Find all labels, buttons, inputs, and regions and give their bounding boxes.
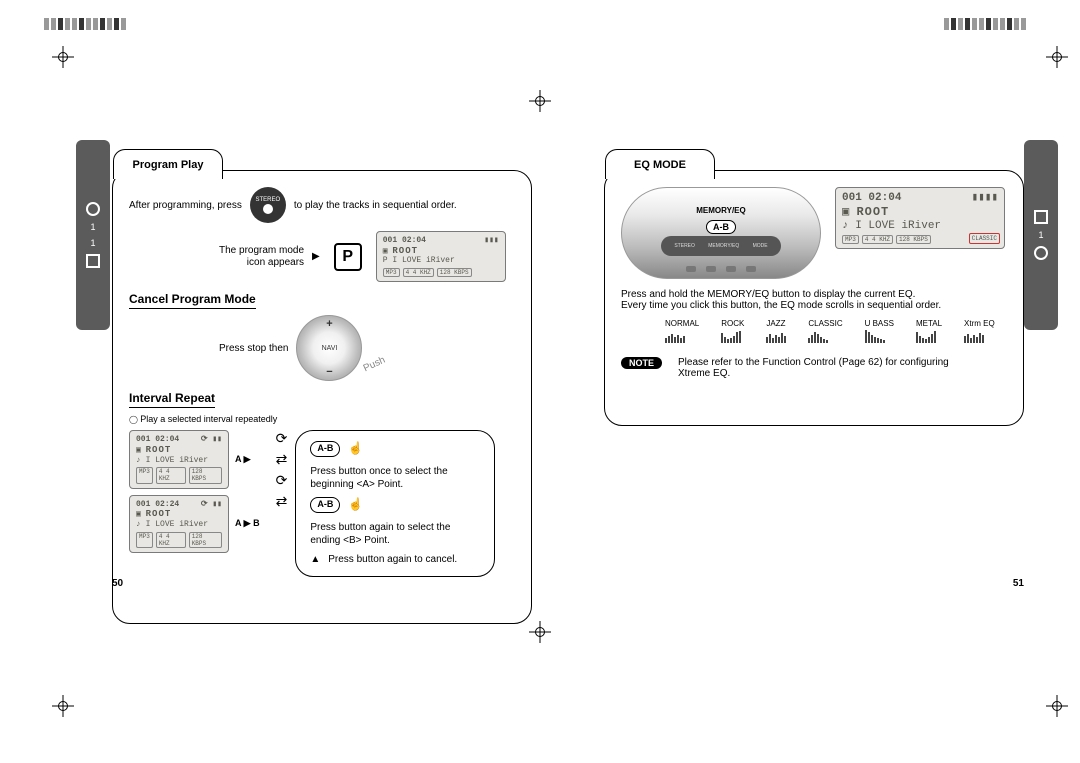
top-marks-right (876, 18, 1026, 32)
button-row-icon (686, 266, 756, 272)
lcd-screen: 001 02:04⟳ ▮▮ ▣ ROOT ♪ I LOVE iRiver MP3… (129, 430, 229, 488)
loop-icon: ⇄ (276, 451, 288, 468)
triangle-up-icon: ▲ (310, 553, 320, 566)
arrow-right-icon: ▶ (312, 251, 320, 262)
indicator-ab: A ▶ B (235, 518, 260, 529)
ab-button-icon: A-B (310, 497, 340, 513)
lcd-screen: 001 02:24⟳ ▮▮ ▣ ROOT ♪ I LOVE iRiver MP3… (129, 495, 229, 553)
text: to play the tracks in sequential order. (294, 200, 457, 211)
crop-mark-icon (529, 90, 551, 112)
tab-eq-mode: EQ MODE (605, 149, 715, 179)
text: Every time you click this button, the EQ… (621, 300, 1007, 311)
refresh-icon: ⟳ (276, 472, 288, 489)
chapter-tab-right: 1 (1024, 140, 1058, 330)
control-strip: STEREO MEMORY/EQ MODE (661, 236, 781, 256)
text: Press button once to select the beginnin… (310, 465, 480, 491)
crop-mark-icon (52, 695, 74, 717)
eq-classic-chip: CLASSIC (969, 233, 1000, 244)
stereo-button-icon: STEREO (250, 187, 286, 223)
ab-button-icon: A-B (310, 441, 340, 457)
crop-mark-icon (529, 621, 551, 643)
tab-program-play: Program Play (113, 149, 223, 179)
eq-preset-grid: NORMAL ROCK JAZZ CLASSIC U BASS METAL Xt… (665, 319, 1007, 343)
player-illustration: MEMORY/EQ A-B STEREO MEMORY/EQ MODE (621, 187, 821, 279)
crop-mark-icon (1046, 46, 1068, 68)
heading-cancel-program: Cancel Program Mode (129, 292, 256, 309)
ab-button-icon: A-B (706, 220, 736, 234)
loop-icon: ⇄ (276, 493, 288, 510)
text: After programming, press (129, 200, 242, 211)
text: icon appears (219, 257, 304, 269)
heading-interval-repeat: Interval Repeat (129, 391, 215, 408)
text: Play a selected interval repeatedly (129, 414, 515, 424)
hand-press-icon: ☝ (348, 441, 363, 457)
text: The program mode (219, 245, 304, 257)
crop-mark-icon (52, 46, 74, 68)
hand-press-icon: ☝ (348, 497, 363, 513)
crop-mark-icon (1046, 695, 1068, 717)
refresh-icon: ⟳ (276, 430, 288, 447)
page-50: Program Play After programming, press ST… (112, 170, 532, 624)
program-mode-icon: P (334, 243, 362, 271)
text: Press button again to cancel. (328, 553, 457, 566)
text: Press stop then (219, 343, 288, 354)
note-badge: NOTE (621, 357, 662, 369)
lcd-screen: 001 02:04▮▮▮▮ ▣ ROOT ♪ I LOVE iRiver MP3… (835, 187, 1005, 249)
page-51: EQ MODE MEMORY/EQ A-B STEREO MEMORY/EQ M… (604, 170, 1024, 624)
text: Please refer to the Function Control (Pa… (678, 357, 978, 379)
text: Press and hold the MEMORY/EQ button to d… (621, 289, 1007, 300)
indicator-a: A ▶ (235, 454, 251, 465)
top-marks-left (44, 18, 194, 32)
lcd-screen: 001 02:04▮▮▮ ▣ ROOT P I LOVE iRiver MP34… (376, 231, 506, 282)
text: Press button again to select the ending … (310, 521, 480, 547)
text: MEMORY/EQ (696, 206, 745, 215)
page-number: 50 (112, 578, 123, 589)
page-number: 51 (1013, 578, 1024, 589)
chapter-tab-left: 11 (76, 140, 110, 330)
jog-wheel-icon: + NAVI − Push (296, 315, 362, 381)
